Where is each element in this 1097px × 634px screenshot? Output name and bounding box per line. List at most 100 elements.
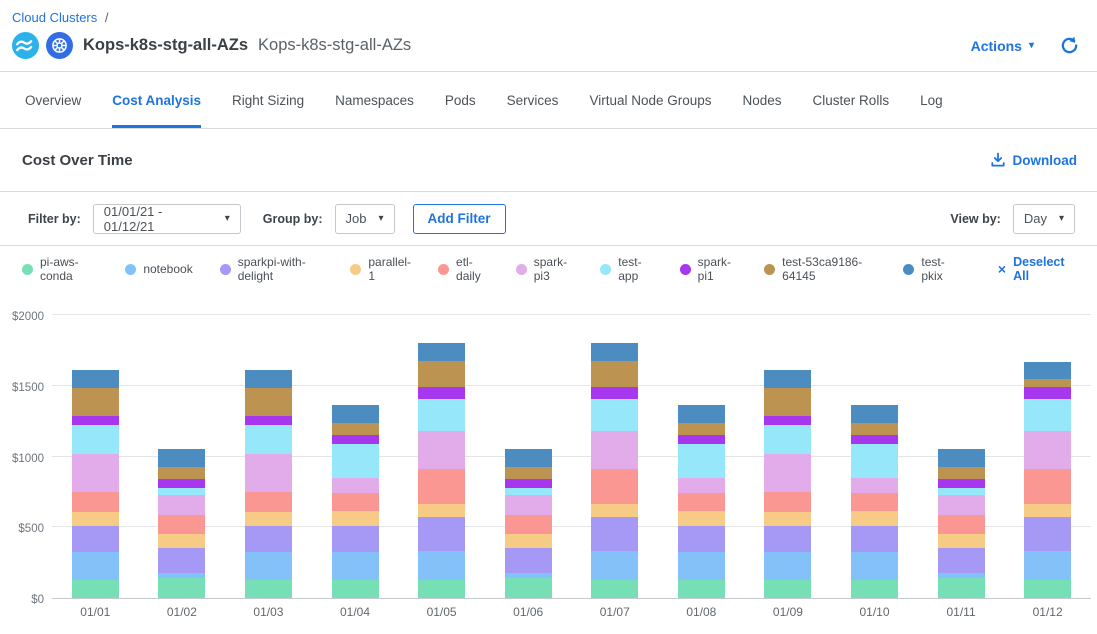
bar-segment-spark-pi3[interactable] <box>158 495 205 515</box>
bar-segment-sparkpi-with-delight[interactable] <box>591 517 638 551</box>
bar-segment-etl-daily[interactable] <box>764 492 811 513</box>
legend-item-sparkpi-with-delight[interactable]: sparkpi-with-delight <box>220 255 324 283</box>
tab-overview[interactable]: Overview <box>25 72 81 128</box>
bar-segment-spark-pi3[interactable] <box>851 478 898 493</box>
bar-01/08[interactable] <box>678 405 725 598</box>
bar-segment-test-53ca9186-64145[interactable] <box>72 388 119 416</box>
bar-segment-spark-pi1[interactable] <box>764 416 811 425</box>
bar-segment-spark-pi3[interactable] <box>245 454 292 492</box>
bar-segment-test-53ca9186-64145[interactable] <box>158 467 205 479</box>
bar-segment-spark-pi1[interactable] <box>505 479 552 488</box>
bar-segment-pi-aws-conda[interactable] <box>245 580 292 598</box>
bar-segment-spark-pi1[interactable] <box>418 387 465 398</box>
tab-cost-analysis[interactable]: Cost Analysis <box>112 72 201 128</box>
bar-segment-parallel-1[interactable] <box>1024 504 1071 517</box>
bar-segment-spark-pi1[interactable] <box>678 435 725 444</box>
bar-segment-pi-aws-conda[interactable] <box>678 580 725 598</box>
bar-segment-pi-aws-conda[interactable] <box>851 580 898 598</box>
bar-01/07[interactable] <box>591 343 638 598</box>
bar-segment-parallel-1[interactable] <box>418 504 465 517</box>
date-range-dropdown[interactable]: 01/01/21 - 01/12/21 ▾ <box>93 204 241 234</box>
breadcrumb-link-cloud-clusters[interactable]: Cloud Clusters <box>12 10 97 25</box>
bar-segment-etl-daily[interactable] <box>591 469 638 504</box>
bar-segment-test-pkix[interactable] <box>332 405 379 423</box>
bar-segment-test-pkix[interactable] <box>1024 362 1071 379</box>
bar-segment-etl-daily[interactable] <box>851 493 898 511</box>
legend-item-test-pkix[interactable]: test-pkix <box>903 255 957 283</box>
bar-segment-test-53ca9186-64145[interactable] <box>245 388 292 416</box>
bar-segment-test-53ca9186-64145[interactable] <box>678 423 725 435</box>
bar-segment-etl-daily[interactable] <box>332 493 379 511</box>
group-by-dropdown[interactable]: Job ▾ <box>335 204 395 234</box>
tab-nodes[interactable]: Nodes <box>743 72 782 128</box>
bar-segment-test-53ca9186-64145[interactable] <box>851 423 898 435</box>
bar-01/06[interactable] <box>505 449 552 598</box>
bar-segment-parallel-1[interactable] <box>245 512 292 525</box>
bar-segment-parallel-1[interactable] <box>505 534 552 548</box>
bar-segment-spark-pi1[interactable] <box>245 416 292 425</box>
bar-segment-etl-daily[interactable] <box>1024 469 1071 504</box>
bar-segment-parallel-1[interactable] <box>72 512 119 525</box>
bar-segment-test-pkix[interactable] <box>678 405 725 423</box>
bar-segment-test-app[interactable] <box>245 425 292 454</box>
bar-segment-test-pkix[interactable] <box>418 343 465 361</box>
bar-segment-test-app[interactable] <box>1024 399 1071 432</box>
bar-segment-pi-aws-conda[interactable] <box>72 580 119 598</box>
tab-cluster-rolls[interactable]: Cluster Rolls <box>813 72 890 128</box>
bar-01/09[interactable] <box>764 370 811 598</box>
bar-segment-spark-pi1[interactable] <box>851 435 898 444</box>
bar-segment-spark-pi3[interactable] <box>678 478 725 493</box>
bar-segment-test-pkix[interactable] <box>72 370 119 388</box>
bar-segment-sparkpi-with-delight[interactable] <box>245 526 292 552</box>
refresh-icon[interactable] <box>1060 36 1079 55</box>
bar-segment-test-53ca9186-64145[interactable] <box>938 467 985 479</box>
view-by-dropdown[interactable]: Day ▾ <box>1013 204 1075 234</box>
bar-01/10[interactable] <box>851 405 898 598</box>
bar-segment-etl-daily[interactable] <box>245 492 292 513</box>
bar-segment-sparkpi-with-delight[interactable] <box>505 548 552 572</box>
legend-item-test-53ca9186-64145[interactable]: test-53ca9186-64145 <box>764 255 876 283</box>
tab-log[interactable]: Log <box>920 72 943 128</box>
legend-item-etl-daily[interactable]: etl-daily <box>438 255 489 283</box>
bar-01/11[interactable] <box>938 449 985 598</box>
bar-segment-spark-pi3[interactable] <box>332 478 379 493</box>
bar-segment-notebook[interactable] <box>418 551 465 579</box>
bar-01/03[interactable] <box>245 370 292 598</box>
bar-segment-pi-aws-conda[interactable] <box>332 580 379 598</box>
bar-segment-etl-daily[interactable] <box>418 469 465 504</box>
bar-segment-sparkpi-with-delight[interactable] <box>938 548 985 572</box>
bar-segment-test-app[interactable] <box>591 399 638 432</box>
bar-segment-spark-pi3[interactable] <box>505 495 552 515</box>
bar-segment-test-pkix[interactable] <box>764 370 811 388</box>
bar-segment-notebook[interactable] <box>851 552 898 580</box>
legend-item-pi-aws-conda[interactable]: pi-aws-conda <box>22 255 98 283</box>
bar-segment-parallel-1[interactable] <box>591 504 638 517</box>
bar-segment-notebook[interactable] <box>764 552 811 580</box>
bar-segment-test-app[interactable] <box>332 444 379 477</box>
bar-segment-pi-aws-conda[interactable] <box>505 578 552 598</box>
bar-segment-spark-pi3[interactable] <box>72 454 119 492</box>
bar-segment-test-pkix[interactable] <box>505 449 552 467</box>
bar-segment-test-app[interactable] <box>418 399 465 432</box>
bar-segment-notebook[interactable] <box>245 552 292 580</box>
bar-segment-test-app[interactable] <box>851 444 898 477</box>
bar-segment-notebook[interactable] <box>591 551 638 579</box>
tab-pods[interactable]: Pods <box>445 72 476 128</box>
tab-namespaces[interactable]: Namespaces <box>335 72 414 128</box>
bar-01/05[interactable] <box>418 343 465 598</box>
bar-segment-sparkpi-with-delight[interactable] <box>678 526 725 552</box>
bar-segment-test-53ca9186-64145[interactable] <box>1024 379 1071 388</box>
bar-segment-test-app[interactable] <box>678 444 725 477</box>
legend-item-notebook[interactable]: notebook <box>125 262 192 276</box>
bar-segment-parallel-1[interactable] <box>158 534 205 548</box>
bar-segment-spark-pi3[interactable] <box>591 431 638 469</box>
bar-segment-sparkpi-with-delight[interactable] <box>332 526 379 552</box>
bar-segment-spark-pi3[interactable] <box>764 454 811 492</box>
tab-right-sizing[interactable]: Right Sizing <box>232 72 304 128</box>
legend-item-test-app[interactable]: test-app <box>600 255 652 283</box>
bar-segment-pi-aws-conda[interactable] <box>158 578 205 598</box>
bar-segment-test-pkix[interactable] <box>938 449 985 467</box>
bar-segment-etl-daily[interactable] <box>678 493 725 511</box>
bar-segment-pi-aws-conda[interactable] <box>418 580 465 598</box>
deselect-all-button[interactable]: × Deselect All <box>998 255 1075 283</box>
